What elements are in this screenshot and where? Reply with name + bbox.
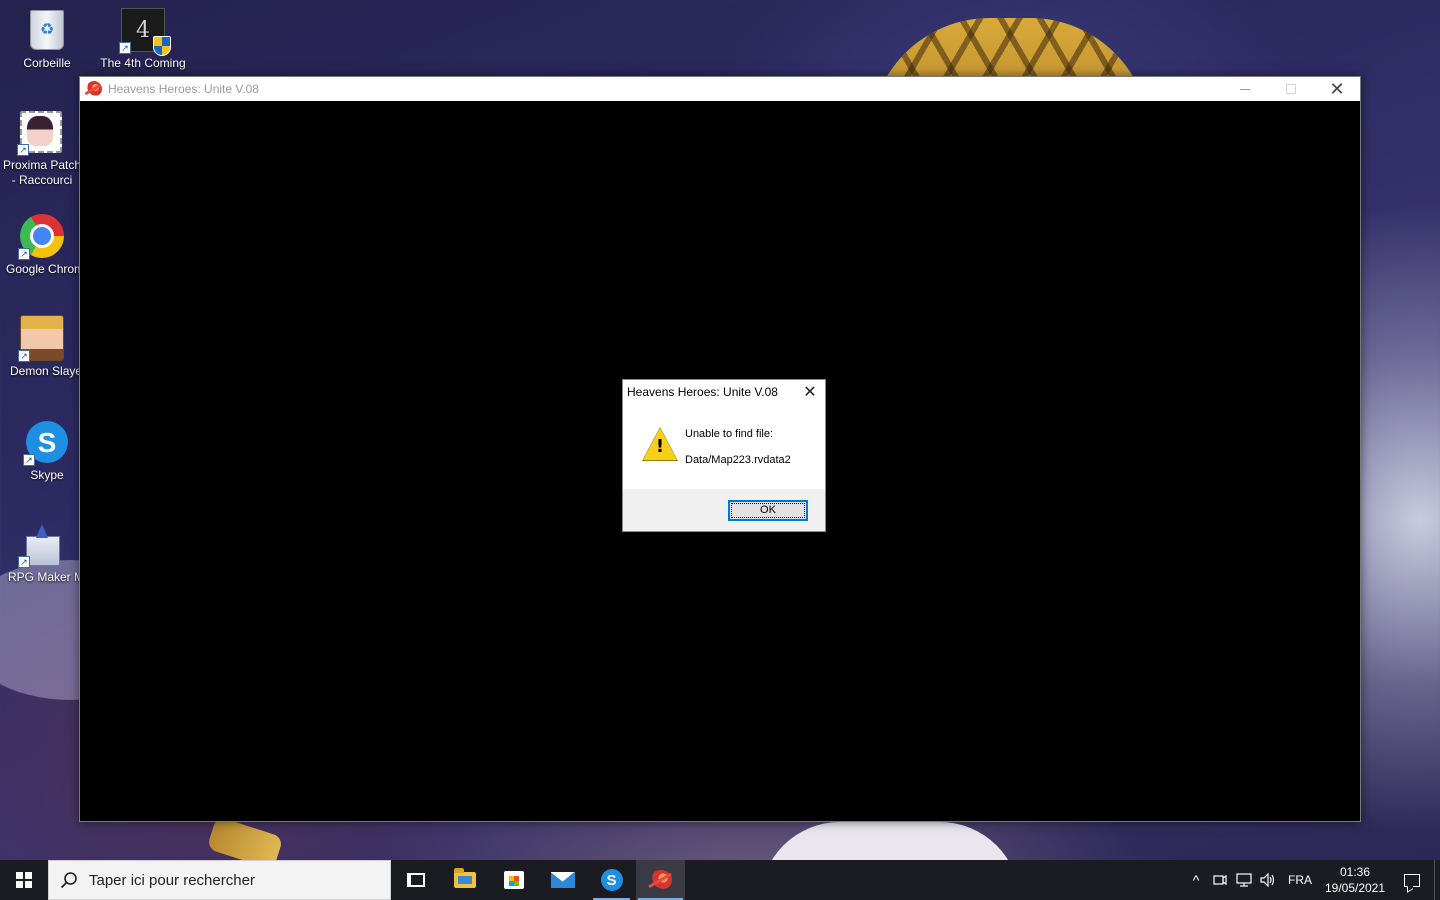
- tray-camera-button[interactable]: [1208, 860, 1232, 900]
- shortcut-arrow-icon: ↗: [18, 556, 30, 568]
- shortcut-arrow-icon: ↗: [23, 454, 35, 466]
- close-button[interactable]: ✕: [1314, 77, 1360, 101]
- action-center-button[interactable]: [1390, 860, 1434, 900]
- error-dialog-close-button[interactable]: ✕: [799, 382, 821, 402]
- error-file-path: Data/Map223.rvdata2: [685, 454, 791, 466]
- chevron-up-icon: ^: [1192, 872, 1200, 888]
- volume-icon: [1260, 873, 1275, 887]
- store-icon: [503, 871, 524, 889]
- game-window-title-bar[interactable]: Heavens Heroes: Unite V.08 ✕: [80, 77, 1360, 101]
- game-taskbar-button[interactable]: [636, 860, 685, 900]
- ok-button[interactable]: OK: [728, 500, 808, 521]
- file-explorer-button[interactable]: [440, 860, 489, 900]
- mail-button[interactable]: [538, 860, 587, 900]
- task-view-button[interactable]: [391, 860, 440, 900]
- clock[interactable]: 01:36 19/05/2021: [1320, 860, 1390, 900]
- windows-logo-icon: [16, 872, 32, 888]
- error-dialog-body: ! Unable to find file: Data/Map223.rvdat…: [623, 404, 825, 490]
- clock-time: 01:36: [1339, 865, 1371, 879]
- game-app-icon: [649, 870, 672, 890]
- desktop-icon-rpg-maker[interactable]: ↗ RPG Maker MV: [4, 522, 80, 585]
- chrome-icon: ↗: [18, 214, 64, 260]
- demon-slayer-icon: ↗: [18, 315, 64, 362]
- taskbar: Taper ici pour rechercher S ^ FRA 01:36 …: [0, 860, 1440, 900]
- skype-taskbar-button[interactable]: S: [587, 860, 636, 900]
- error-dialog[interactable]: Heavens Heroes: Unite V.08 ✕ ! Unable to…: [622, 379, 826, 532]
- recycle-bin-icon: [25, 8, 69, 52]
- shortcut-arrow-icon: ↗: [18, 248, 30, 260]
- the-4th-coming-icon: 4 ↗: [119, 8, 171, 56]
- language-label: FRA: [1288, 873, 1312, 887]
- notification-icon: [1404, 873, 1420, 887]
- skype-icon: S ↗: [23, 420, 69, 466]
- minimize-button[interactable]: [1222, 77, 1268, 101]
- window-controls: ✕: [1222, 77, 1360, 101]
- search-icon: [49, 871, 89, 889]
- proxima-patch-icon: ↗: [17, 110, 63, 156]
- shortcut-arrow-icon: ↗: [119, 42, 131, 54]
- tray-volume-button[interactable]: [1256, 860, 1280, 900]
- store-button[interactable]: [489, 860, 538, 900]
- desktop-icon-demon-slayer[interactable]: ↗ Demon Slayer: [4, 315, 80, 379]
- rpg-maker-icon: ↗: [18, 522, 64, 568]
- uac-shield-icon: [153, 36, 171, 56]
- close-icon: ✕: [803, 384, 817, 401]
- skype-icon: S: [600, 869, 623, 891]
- desktop-icon-chrome[interactable]: ↗ Google Chrome: [4, 214, 80, 277]
- ok-button-label: OK: [731, 503, 805, 518]
- desktop-icon-label: Corbeille: [23, 56, 71, 70]
- desktop-icon-skype[interactable]: S ↗ Skype: [4, 420, 90, 483]
- task-view-icon: [406, 873, 425, 887]
- mail-icon: [550, 872, 575, 888]
- desktop-icon-label: The 4th Coming: [100, 56, 186, 70]
- desktop-icon-label: RPG Maker MV: [8, 570, 80, 584]
- desktop-icon-proxima-patch[interactable]: ↗ Proxima Patch - Raccourci: [0, 110, 86, 188]
- taskbar-search[interactable]: Taper ici pour rechercher: [48, 860, 391, 900]
- game-window-title: Heavens Heroes: Unite V.08: [108, 82, 259, 96]
- show-desktop-button[interactable]: [1434, 860, 1440, 900]
- language-indicator[interactable]: FRA: [1280, 860, 1320, 900]
- desktop-icon-label: Skype: [30, 468, 64, 482]
- game-app-icon: [86, 81, 102, 97]
- tray-network-button[interactable]: [1232, 860, 1256, 900]
- shortcut-arrow-icon: ↗: [17, 144, 29, 156]
- file-explorer-icon: [453, 868, 476, 888]
- desktop-icon-label: Demon Slayer: [10, 364, 80, 378]
- network-icon: [1236, 873, 1252, 887]
- desktop-icon-the-4th-coming[interactable]: 4 ↗ The 4th Coming: [100, 8, 186, 71]
- error-dialog-title-bar[interactable]: Heavens Heroes: Unite V.08 ✕: [623, 380, 825, 404]
- warning-icon: !: [642, 427, 678, 461]
- error-dialog-title: Heavens Heroes: Unite V.08: [627, 385, 778, 399]
- camera-icon: [1213, 874, 1227, 886]
- search-placeholder: Taper ici pour rechercher: [89, 871, 255, 889]
- error-dialog-footer: OK: [623, 489, 825, 531]
- desktop-icon-label: Proxima Patch - Raccourci: [2, 158, 82, 187]
- maximize-icon: [1286, 84, 1296, 94]
- desktop-icon-recycle-bin[interactable]: Corbeille: [4, 8, 90, 71]
- maximize-button[interactable]: [1268, 77, 1314, 101]
- show-hidden-icons-button[interactable]: ^: [1184, 860, 1208, 900]
- minimize-icon: [1240, 88, 1250, 90]
- start-button[interactable]: [0, 860, 48, 900]
- system-tray: ^ FRA 01:36 19/05/2021: [1184, 860, 1440, 900]
- shortcut-arrow-icon: ↗: [18, 350, 30, 362]
- close-icon: ✕: [1329, 78, 1345, 99]
- desktop-icon-label: Google Chrome: [6, 262, 80, 276]
- error-message: Unable to find file:: [685, 428, 774, 440]
- clock-date: 19/05/2021: [1324, 881, 1386, 895]
